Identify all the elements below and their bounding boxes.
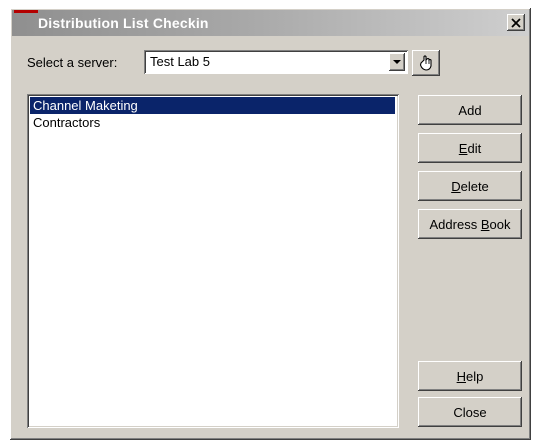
list-item[interactable]: Channel Maketing [30,97,395,114]
server-tool-button[interactable] [412,50,440,76]
server-select[interactable]: Test Lab 5 [144,50,408,74]
close-button-label: Close [453,404,487,420]
list-item[interactable]: Contractors [30,114,100,131]
add-button[interactable]: Add [418,95,522,125]
hand-pointer-icon [419,55,432,71]
add-button-label: Add [458,102,482,118]
window-title: Distribution List Checkin [38,15,209,31]
distribution-list-checkin-dialog: Distribution List Checkin Select a serve… [10,8,531,440]
server-label: Select a server: [27,55,118,70]
distribution-list-box[interactable]: Channel Maketing Contractors [27,94,399,428]
title-bar[interactable]: Distribution List Checkin [12,10,529,36]
title-accent-stripe [14,10,38,13]
server-select-value: Test Lab 5 [150,54,210,69]
server-dropdown-button[interactable] [389,53,405,71]
chevron-down-icon [393,59,401,64]
delete-button-label: Delete [451,178,489,194]
address-book-button[interactable]: Address Book [418,209,522,239]
edit-button[interactable]: Edit [418,133,522,163]
close-icon [511,17,521,28]
close-button[interactable]: Close [418,397,522,427]
delete-button[interactable]: Delete [418,171,522,201]
help-button-label: Help [456,368,484,384]
help-button[interactable]: Help [418,361,522,391]
close-window-button[interactable] [507,14,525,31]
address-book-button-label: Address Book [429,216,511,232]
edit-button-label: Edit [458,140,482,156]
